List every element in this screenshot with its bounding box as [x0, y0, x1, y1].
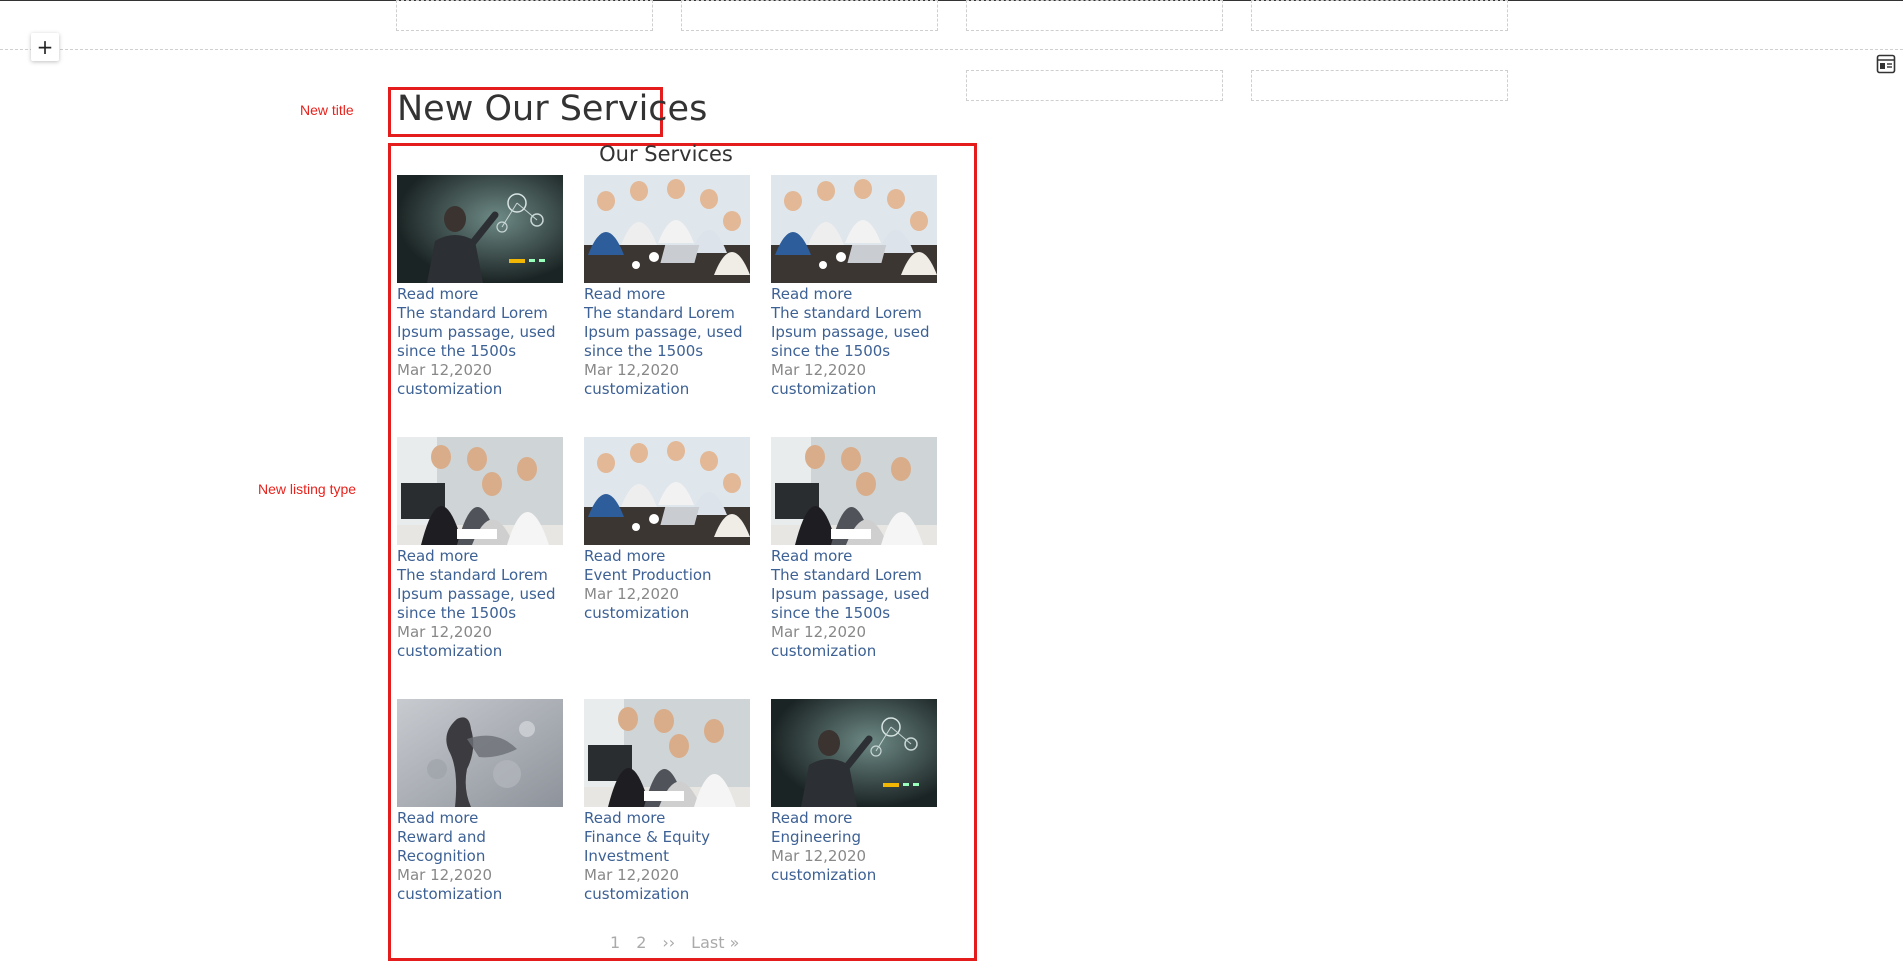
- read-more-link[interactable]: Read more: [771, 809, 937, 828]
- page-link-2[interactable]: 2: [636, 933, 646, 952]
- service-tag-link[interactable]: customization: [771, 380, 937, 399]
- read-more-link[interactable]: Read more: [397, 547, 563, 566]
- drop-slot[interactable]: [966, 70, 1223, 101]
- service-card: Read more Finance & Equity Investment Mar …: [584, 699, 750, 939]
- read-more-link[interactable]: Read more: [584, 809, 750, 828]
- add-block-button[interactable]: +: [31, 33, 59, 61]
- service-date: Mar 12,2020: [397, 623, 493, 641]
- service-card: Read more The standard Lorem Ipsum passag…: [584, 175, 750, 437]
- service-tag-link[interactable]: customization: [397, 380, 563, 399]
- service-tag-link[interactable]: customization: [584, 380, 750, 399]
- read-more-link[interactable]: Read more: [771, 547, 937, 566]
- service-card: Read more The standard Lorem Ipsum passag…: [397, 175, 563, 437]
- last-page-link[interactable]: Last »: [691, 933, 739, 952]
- drop-slot[interactable]: [966, 0, 1223, 31]
- service-card: Read more The standard Lorem Ipsum passag…: [397, 437, 563, 699]
- annotation-new-title: New title: [300, 102, 354, 118]
- service-title-link[interactable]: Finance & Equity Investment: [584, 828, 750, 866]
- service-tag-link[interactable]: customization: [397, 642, 563, 661]
- service-date: Mar 12,2020: [397, 866, 493, 884]
- service-thumbnail[interactable]: [771, 699, 937, 807]
- service-thumbnail[interactable]: [584, 437, 750, 545]
- read-more-link[interactable]: Read more: [397, 809, 563, 828]
- layout-panel-icon[interactable]: [1876, 54, 1896, 74]
- service-title-link[interactable]: The standard Lorem Ipsum passage, used s…: [771, 566, 937, 623]
- drop-slot[interactable]: [396, 0, 653, 31]
- service-date: Mar 12,2020: [397, 361, 493, 379]
- drop-slot[interactable]: [1251, 70, 1508, 101]
- service-date: Mar 12,2020: [584, 585, 680, 603]
- service-tag-link[interactable]: customization: [771, 642, 937, 661]
- service-thumbnail[interactable]: [771, 175, 937, 283]
- service-date: Mar 12,2020: [584, 866, 680, 884]
- service-title-link[interactable]: The standard Lorem Ipsum passage, used s…: [584, 304, 750, 361]
- service-card: Read more The standard Lorem Ipsum passag…: [771, 437, 937, 699]
- service-tag-link[interactable]: customization: [771, 866, 937, 885]
- service-card: Read more Event Production Mar 12,2020 cust…: [584, 437, 750, 699]
- read-more-link[interactable]: Read more: [584, 547, 750, 566]
- top-border: [0, 0, 1903, 1]
- service-card: Read more The standard Lorem Ipsum passag…: [771, 175, 937, 437]
- read-more-link[interactable]: Read more: [771, 285, 937, 304]
- service-title-link[interactable]: Engineering: [771, 828, 937, 847]
- drop-slot[interactable]: [1251, 0, 1508, 31]
- service-title-link[interactable]: Reward and Recognition: [397, 828, 563, 866]
- service-title-link[interactable]: The standard Lorem Ipsum passage, used s…: [397, 304, 563, 361]
- read-more-link[interactable]: Read more: [397, 285, 563, 304]
- section-heading: Our Services: [599, 142, 733, 166]
- service-thumbnail[interactable]: [584, 699, 750, 807]
- service-date: Mar 12,2020: [584, 361, 680, 379]
- read-more-link[interactable]: Read more: [584, 285, 750, 304]
- service-title-link[interactable]: The standard Lorem Ipsum passage, used s…: [771, 304, 937, 361]
- service-title-link[interactable]: Event Production: [584, 566, 750, 585]
- drop-slot[interactable]: [681, 0, 938, 31]
- service-date: Mar 12,2020: [771, 623, 867, 641]
- service-card: Read more Reward and Recognition Mar 12,20…: [397, 699, 563, 939]
- page-link-1[interactable]: 1: [610, 933, 620, 952]
- service-date: Mar 12,2020: [771, 847, 867, 865]
- service-grid: Read more The standard Lorem Ipsum passag…: [397, 175, 937, 939]
- drop-zone-divider: [0, 49, 1903, 50]
- service-date: Mar 12,2020: [771, 361, 867, 379]
- annotation-new-listing-type: New listing type: [258, 481, 357, 497]
- service-thumbnail[interactable]: [397, 175, 563, 283]
- service-thumbnail[interactable]: [397, 437, 563, 545]
- pagination: 1 2 ›› Last »: [610, 933, 739, 952]
- service-title-link[interactable]: The standard Lorem Ipsum passage, used s…: [397, 566, 563, 623]
- service-thumbnail[interactable]: [397, 699, 563, 807]
- page-title: New Our Services: [397, 89, 708, 129]
- service-tag-link[interactable]: customization: [584, 885, 750, 904]
- service-tag-link[interactable]: customization: [584, 604, 750, 623]
- service-card: Read more Engineering Mar 12,2020 customiza…: [771, 699, 937, 939]
- service-thumbnail[interactable]: [584, 175, 750, 283]
- service-thumbnail[interactable]: [771, 437, 937, 545]
- service-tag-link[interactable]: customization: [397, 885, 563, 904]
- plus-icon: +: [36, 35, 54, 59]
- next-page-link[interactable]: ››: [662, 933, 675, 952]
